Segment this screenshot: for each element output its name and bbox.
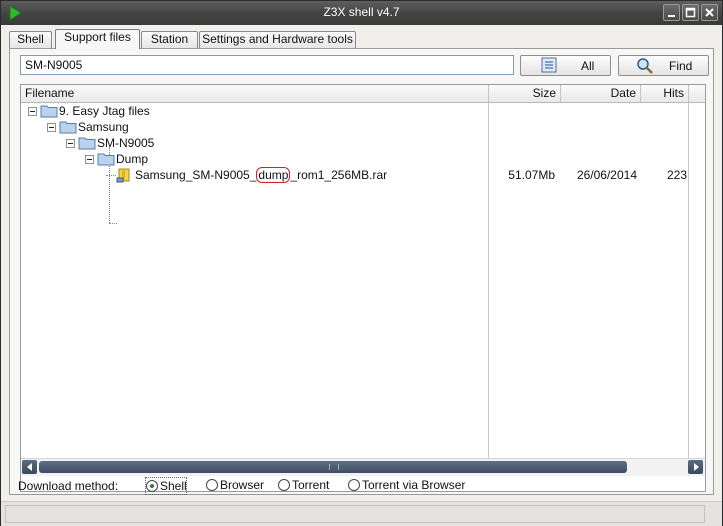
magnifier-icon <box>637 58 653 74</box>
radio-label: Browser <box>220 478 265 492</box>
find-button[interactable]: Find <box>618 55 709 76</box>
file-name-suffix: _rom1_256MB.rar <box>290 168 388 182</box>
file-name: Samsung_SM-N9005_ dump _rom1_256MB.rar <box>135 167 387 183</box>
scrollbar-thumb[interactable] <box>39 461 627 473</box>
close-icon <box>705 8 714 17</box>
collapse-toggle[interactable] <box>28 107 37 116</box>
file-size: 51.07Mb <box>508 168 555 182</box>
download-method-label: Download method: <box>18 479 119 493</box>
radio-label: Torrent <box>292 478 330 492</box>
radio-label: Torrent via Browser <box>362 478 466 492</box>
maximize-icon <box>685 7 696 18</box>
thumb-grip <box>329 464 339 470</box>
file-name-prefix: Samsung_SM-N9005_ <box>135 168 257 182</box>
column-divider <box>488 102 489 458</box>
tree-connector <box>109 223 117 225</box>
tree-row-label: SM-N9005 <box>97 136 155 150</box>
file-grid: Filename Size Date Hits 9. Easy Jtag fil… <box>20 84 706 492</box>
all-button[interactable]: All <box>520 55 611 76</box>
collapse-toggle[interactable] <box>85 155 94 164</box>
collapse-toggle[interactable] <box>66 139 75 148</box>
folder-icon <box>97 153 115 166</box>
radio-label: Shell <box>160 479 187 493</box>
radio-circle <box>348 479 360 491</box>
collapse-toggle[interactable] <box>47 123 56 132</box>
radio-torrent[interactable]: Torrent <box>278 477 334 493</box>
status-panel <box>5 505 705 523</box>
radio-browser[interactable]: Browser <box>206 477 266 493</box>
scroll-right-button[interactable] <box>688 460 703 474</box>
tree-row[interactable]: Samsung <box>21 119 481 135</box>
column-divider <box>688 102 689 458</box>
tab-support-files[interactable]: Support files <box>55 29 140 49</box>
scroll-left-button[interactable] <box>22 460 37 474</box>
tree-row-label: Dump <box>116 152 149 166</box>
status-bar <box>1 501 722 526</box>
tree-row-label: Samsung <box>78 120 129 134</box>
maximize-button[interactable] <box>682 4 699 21</box>
minimize-button[interactable] <box>663 4 680 21</box>
radio-torrent-via-browser[interactable]: Torrent via Browser <box>348 477 466 493</box>
column-date[interactable]: Date <box>561 85 641 102</box>
tab-settings-hardware[interactable]: Settings and Hardware tools <box>199 31 356 48</box>
all-button-label: All <box>581 59 595 73</box>
file-name-highlight: dump <box>256 167 291 183</box>
arrow-right-icon <box>694 463 699 471</box>
column-hits[interactable]: Hits <box>641 85 689 102</box>
grid-header: Filename Size Date Hits <box>21 85 705 103</box>
folder-icon <box>78 137 96 150</box>
file-date: 26/06/2014 <box>576 168 637 182</box>
column-size[interactable]: Size <box>489 85 561 102</box>
tree-row[interactable]: 9. Easy Jtag files <box>21 103 481 119</box>
client-area: Shell Support files Station Settings and… <box>1 25 722 526</box>
app-window: Z3X shell v4.7 Shell Support files Stati… <box>0 0 723 526</box>
radio-circle <box>146 480 158 492</box>
tree-connector <box>106 175 116 177</box>
archive-icon <box>116 168 130 183</box>
search-input[interactable] <box>20 55 514 75</box>
horizontal-scrollbar[interactable] <box>21 458 705 476</box>
file-row[interactable]: Samsung_SM-N9005_ dump _rom1_256MB.rar 51.… <box>21 167 687 183</box>
arrow-left-icon <box>27 463 32 471</box>
tree-row[interactable]: Dump <box>21 151 481 167</box>
title-bar[interactable]: Z3X shell v4.7 <box>1 1 722 25</box>
tree-row[interactable]: SM-N9005 <box>21 135 481 151</box>
tab-station[interactable]: Station <box>141 31 198 48</box>
find-button-label: Find <box>669 59 693 73</box>
folder-icon <box>59 121 77 134</box>
radio-shell[interactable]: Shell <box>145 477 187 495</box>
file-hits: 223 <box>666 168 687 182</box>
column-filename[interactable]: Filename <box>21 85 489 102</box>
tab-shell[interactable]: Shell <box>9 31 52 48</box>
list-icon <box>541 57 557 73</box>
support-files-panel: All Find Filename Size Date Hits <box>9 48 714 495</box>
folder-icon <box>40 105 58 118</box>
minimize-icon <box>668 15 675 17</box>
tree-row-label: 9. Easy Jtag files <box>59 104 150 118</box>
radio-circle <box>278 479 290 491</box>
close-button[interactable] <box>701 4 718 21</box>
radio-circle <box>206 479 218 491</box>
window-title: Z3X shell v4.7 <box>323 5 400 19</box>
